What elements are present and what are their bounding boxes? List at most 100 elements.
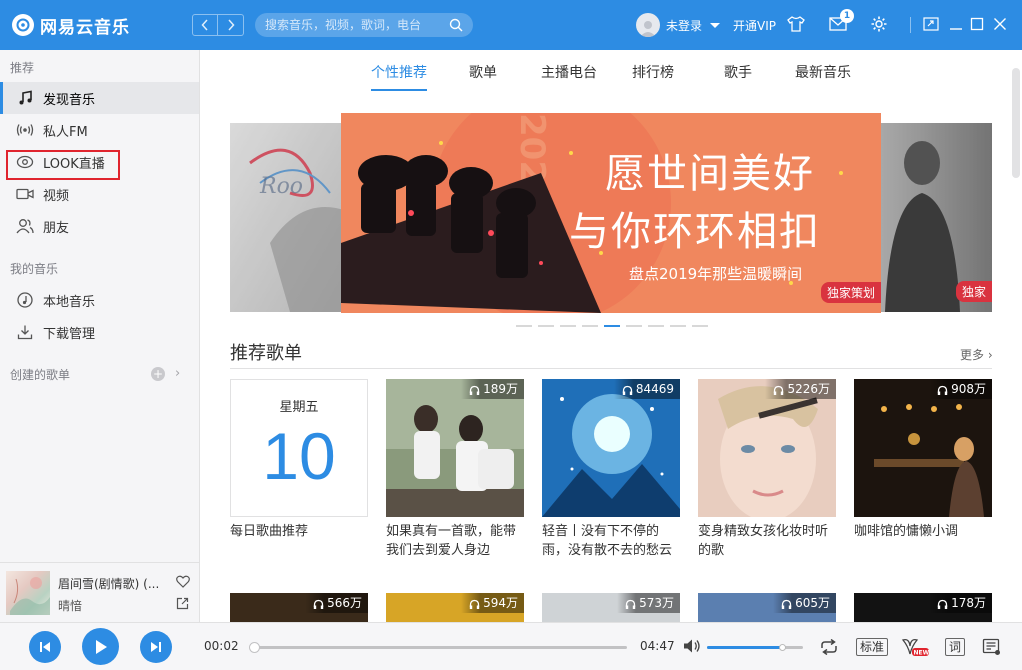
banner-main-image[interactable]: 2020 愿世间美好 与你环环相扣 盘点2019年那些温暖瞬间 独家策划: [341, 113, 881, 313]
chevron-left-icon: [201, 19, 208, 31]
play-count: 908万: [929, 379, 992, 399]
gear-icon: [871, 16, 887, 32]
banner-tag: 独家策划: [820, 282, 881, 303]
playlist-queue-button[interactable]: [981, 637, 1003, 657]
card-title[interactable]: 每日歌曲推荐: [230, 522, 368, 541]
tab-radio[interactable]: 主播电台: [541, 62, 597, 82]
chevron-right-icon[interactable]: ›: [175, 366, 180, 381]
next-icon: [151, 642, 161, 652]
search-box[interactable]: [255, 13, 473, 37]
sidebar-item-download[interactable]: 下载管理: [0, 316, 199, 348]
created-playlists-header[interactable]: 创建的歌单 + ›: [0, 360, 199, 388]
playlist-card[interactable]: 605万: [698, 593, 836, 622]
add-playlist-icon[interactable]: +: [151, 367, 165, 381]
lyrics-button[interactable]: 词: [945, 638, 965, 656]
quality-button[interactable]: 标准: [856, 638, 888, 656]
sound-effect-button[interactable]: NEW: [900, 637, 930, 657]
close-button[interactable]: [990, 14, 1010, 34]
section-divider: [230, 368, 992, 369]
current-time: 00:02: [204, 639, 239, 653]
now-playing-cover[interactable]: [6, 571, 50, 615]
now-playing-panel[interactable]: 眉间雪(剧情歌) (... 晴愔: [0, 562, 199, 622]
forward-button[interactable]: [218, 14, 244, 36]
tab-personal-recommend[interactable]: 个性推荐: [371, 62, 427, 82]
carousel-dot[interactable]: [604, 325, 620, 327]
carousel-dot[interactable]: [516, 325, 532, 327]
user-silhouette-icon: [640, 21, 656, 37]
sidebar-item-local-music[interactable]: 本地音乐: [0, 284, 199, 316]
app-logo[interactable]: 网易云音乐: [12, 13, 182, 38]
app-name: 网易云音乐: [40, 17, 130, 38]
banner-carousel[interactable]: Roo 独家 2020 愿世间美好 与你环环相扣 盘点2019年那些温暖瞬间 独…: [230, 113, 992, 313]
heart-icon[interactable]: [176, 575, 190, 592]
headphones-icon: [469, 596, 480, 616]
playlist-card[interactable]: 178万: [854, 593, 992, 622]
vertical-scrollbar[interactable]: [1012, 68, 1020, 178]
play-button[interactable]: [82, 628, 119, 665]
volume-button[interactable]: [683, 637, 701, 655]
maximize-button[interactable]: [967, 14, 987, 34]
previous-button[interactable]: [29, 631, 61, 663]
sidebar-section-recommend: 推荐: [10, 61, 35, 75]
play-count-value: 189万: [483, 382, 518, 396]
card-title[interactable]: 轻音丨没有下不停的雨，没有散不去的愁云: [542, 522, 680, 560]
playlist-card[interactable]: 573万: [542, 593, 680, 622]
carousel-dot[interactable]: [626, 325, 642, 327]
play-count-value: 594万: [483, 596, 518, 610]
tab-artists[interactable]: 歌手: [724, 62, 752, 82]
tab-charts[interactable]: 排行榜: [632, 62, 674, 82]
sidebar-item-video[interactable]: 视频: [0, 178, 199, 210]
tab-new-music[interactable]: 最新音乐: [795, 62, 851, 82]
dropdown-arrow-icon[interactable]: [710, 22, 721, 28]
vip-link[interactable]: 开通VIP: [733, 17, 776, 34]
headphones-icon: [781, 596, 792, 616]
progress-slider[interactable]: [248, 642, 627, 653]
volume-slider[interactable]: [707, 644, 803, 651]
next-button[interactable]: [140, 631, 172, 663]
message-count-badge: 1: [840, 9, 854, 23]
sidebar-item-label: 发现音乐: [43, 92, 96, 108]
player-bar: 00:02 04:47 标准 NEW 词: [0, 622, 1022, 670]
avatar[interactable]: [636, 13, 660, 37]
back-button[interactable]: [192, 14, 218, 36]
share-icon[interactable]: [176, 597, 189, 614]
card-title[interactable]: 变身精致女孩化妆时听的歌: [698, 522, 836, 560]
mini-mode-button[interactable]: [921, 14, 941, 34]
minimize-button[interactable]: [946, 14, 966, 34]
playlist-cover[interactable]: 189万: [386, 379, 524, 517]
carousel-dot[interactable]: [560, 325, 576, 327]
settings-button[interactable]: [869, 14, 889, 34]
now-playing-artist[interactable]: 晴愔: [58, 597, 82, 614]
card-title[interactable]: 咖啡馆的慵懒小调: [854, 522, 992, 541]
carousel-dot[interactable]: [670, 325, 686, 327]
playlist-card[interactable]: 566万: [230, 593, 368, 622]
playlist-card[interactable]: 594万: [386, 593, 524, 622]
daily-calendar-cover[interactable]: 星期五 10: [230, 379, 368, 517]
skin-button[interactable]: [786, 14, 806, 34]
search-icon[interactable]: [449, 18, 463, 32]
tab-playlists[interactable]: 歌单: [469, 62, 497, 82]
volume-handle[interactable]: [778, 644, 786, 651]
user-login[interactable]: 未登录: [636, 13, 721, 37]
app-window: 网易云音乐 未登录 开通VIP 1: [0, 0, 1022, 670]
playlist-cover[interactable]: 84469: [542, 379, 680, 517]
sidebar-item-fm[interactable]: 私人FM: [0, 114, 199, 146]
carousel-dot[interactable]: [692, 325, 708, 327]
user-name[interactable]: 未登录: [666, 17, 702, 34]
sidebar-item-discover[interactable]: 发现音乐: [0, 82, 199, 114]
playlist-cover[interactable]: 5226万: [698, 379, 836, 517]
playlist-cover[interactable]: 908万: [854, 379, 992, 517]
now-playing-title[interactable]: 眉间雪(剧情歌) (...: [58, 575, 168, 592]
carousel-dot[interactable]: [648, 325, 664, 327]
music-note-icon: [16, 89, 34, 107]
more-link[interactable]: 更多 ›: [960, 346, 993, 363]
discover-tabs: 个性推荐 歌单 主播电台 排行榜 歌手 最新音乐: [200, 50, 1010, 94]
sidebar-item-friends[interactable]: 朋友: [0, 210, 199, 242]
progress-handle[interactable]: [248, 642, 260, 653]
loop-mode-button[interactable]: [818, 637, 840, 657]
card-title[interactable]: 如果真有一首歌，能带我们去到爱人身边: [386, 522, 524, 560]
carousel-dot[interactable]: [538, 325, 554, 327]
carousel-dot[interactable]: [582, 325, 598, 327]
search-input[interactable]: [265, 18, 449, 32]
previous-icon: [40, 642, 50, 652]
